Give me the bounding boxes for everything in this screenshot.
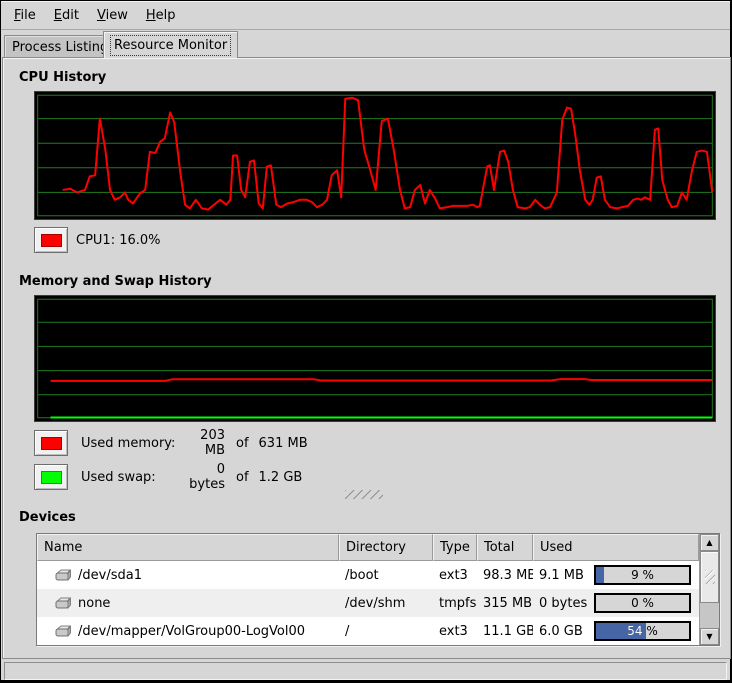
device-used: 0 bytes — [539, 596, 587, 611]
device-name: none — [78, 596, 110, 611]
device-name: /dev/sda1 — [78, 568, 142, 583]
memory-of-text: of — [236, 436, 249, 451]
device-total: 315 MB — [483, 596, 532, 611]
memory-legend: Used memory: 203 MB of 631 MB — [81, 430, 308, 456]
devices-title: Devices — [19, 510, 76, 525]
menu-edit[interactable]: Edit — [45, 4, 88, 27]
memory-history-title: Memory and Swap History — [19, 274, 212, 289]
device-type: tmpfs — [439, 596, 476, 611]
pane-resize-grip[interactable] — [345, 490, 383, 499]
menubar: FileEditViewHelp — [1, 1, 730, 30]
drive-icon — [55, 597, 72, 610]
device-directory: /boot — [345, 568, 379, 583]
status-bar — [4, 662, 727, 680]
system-monitor-window: FileEditViewHelp Process Listing Resourc… — [0, 0, 732, 683]
memory-total-value: 631 MB — [259, 436, 308, 451]
devices-table-body: /dev/sda1 /boot ext3 98.3 MB 9.1 MB 9 % … — [37, 561, 699, 645]
cpu-history-title: CPU History — [19, 70, 106, 85]
cpu-history-chart — [34, 91, 716, 220]
memory-swap-chart — [34, 295, 716, 422]
column-header-used[interactable]: Used — [533, 534, 699, 561]
swap-legend-label: Used swap: — [81, 470, 178, 485]
device-directory: /dev/shm — [345, 596, 405, 611]
device-total: 11.1 GB — [483, 624, 533, 639]
devices-table-header: Name Directory Type Total Used — [37, 534, 699, 561]
memory-used-value: 203 MB — [178, 428, 225, 458]
drive-icon — [55, 625, 72, 638]
menu-view[interactable]: View — [88, 4, 137, 27]
cpu1-color-swatch — [41, 234, 62, 247]
usage-progress-bar: 9 % 9 % — [594, 565, 691, 585]
tab-label: Resource Monitor — [111, 36, 230, 55]
table-row[interactable]: /dev/mapper/VolGroup00-LogVol00 / ext3 1… — [37, 617, 699, 645]
table-row[interactable]: /dev/sda1 /boot ext3 98.3 MB 9.1 MB 9 % … — [37, 561, 699, 589]
devices-table: Name Directory Type Total Used /dev/sda1… — [36, 533, 720, 646]
scrollbar-trough[interactable] — [700, 603, 719, 628]
resource-monitor-page: CPU History CPU1: 16.0% Memory and Swap … — [2, 57, 731, 659]
device-total: 98.3 MB — [483, 568, 533, 583]
usage-progress-bar: 0 % 0 % — [594, 593, 691, 613]
memory-legend-label: Used memory: — [81, 436, 178, 451]
swap-used-value: 0 bytes — [178, 462, 225, 492]
swap-of-text: of — [236, 470, 249, 485]
scroll-down-button[interactable]: ▼ — [700, 628, 719, 645]
tab-process-listing[interactable]: Process Listing — [4, 35, 116, 58]
scrollbar-grip-icon — [705, 570, 715, 584]
column-header-type[interactable]: Type — [433, 534, 477, 561]
cpu-legend-label: CPU1: 16.0% — [76, 233, 161, 248]
device-type: ext3 — [439, 568, 468, 583]
swap-legend: Used swap: 0 bytes of 1.2 GB — [81, 464, 302, 490]
swap-color-button[interactable] — [34, 464, 68, 490]
device-used: 9.1 MB — [539, 568, 584, 583]
column-header-total[interactable]: Total — [477, 534, 533, 561]
cpu1-color-button[interactable] — [34, 227, 68, 253]
table-row[interactable]: none /dev/shm tmpfs 315 MB 0 bytes 0 % 0… — [37, 589, 699, 617]
progress-label: 0 % — [596, 595, 689, 611]
usage-progress-bar: 54 % 54 % — [594, 621, 691, 641]
devices-scrollbar[interactable]: ▲ ▼ — [699, 534, 719, 645]
column-header-name[interactable]: Name — [37, 534, 339, 561]
swap-total-value: 1.2 GB — [259, 470, 303, 485]
memory-color-swatch — [41, 437, 62, 450]
tab-resource-monitor[interactable]: Resource Monitor — [103, 31, 238, 58]
memory-color-button[interactable] — [34, 430, 68, 456]
device-used: 6.0 GB — [539, 624, 583, 639]
swap-color-swatch — [41, 471, 62, 484]
column-header-directory[interactable]: Directory — [339, 534, 433, 561]
device-name: /dev/mapper/VolGroup00-LogVol00 — [78, 624, 305, 639]
device-type: ext3 — [439, 624, 468, 639]
scroll-up-button[interactable]: ▲ — [700, 534, 719, 551]
tab-label: Process Listing — [12, 40, 108, 55]
progress-label: 9 % — [596, 567, 689, 583]
cpu-legend: CPU1: 16.0% — [76, 227, 161, 253]
menu-file[interactable]: File — [5, 4, 45, 27]
menu-help[interactable]: Help — [137, 4, 185, 27]
scrollbar-thumb[interactable] — [700, 551, 719, 603]
device-directory: / — [345, 624, 349, 639]
tab-bar: Process Listing Resource Monitor — [2, 31, 730, 58]
drive-icon — [55, 569, 72, 582]
